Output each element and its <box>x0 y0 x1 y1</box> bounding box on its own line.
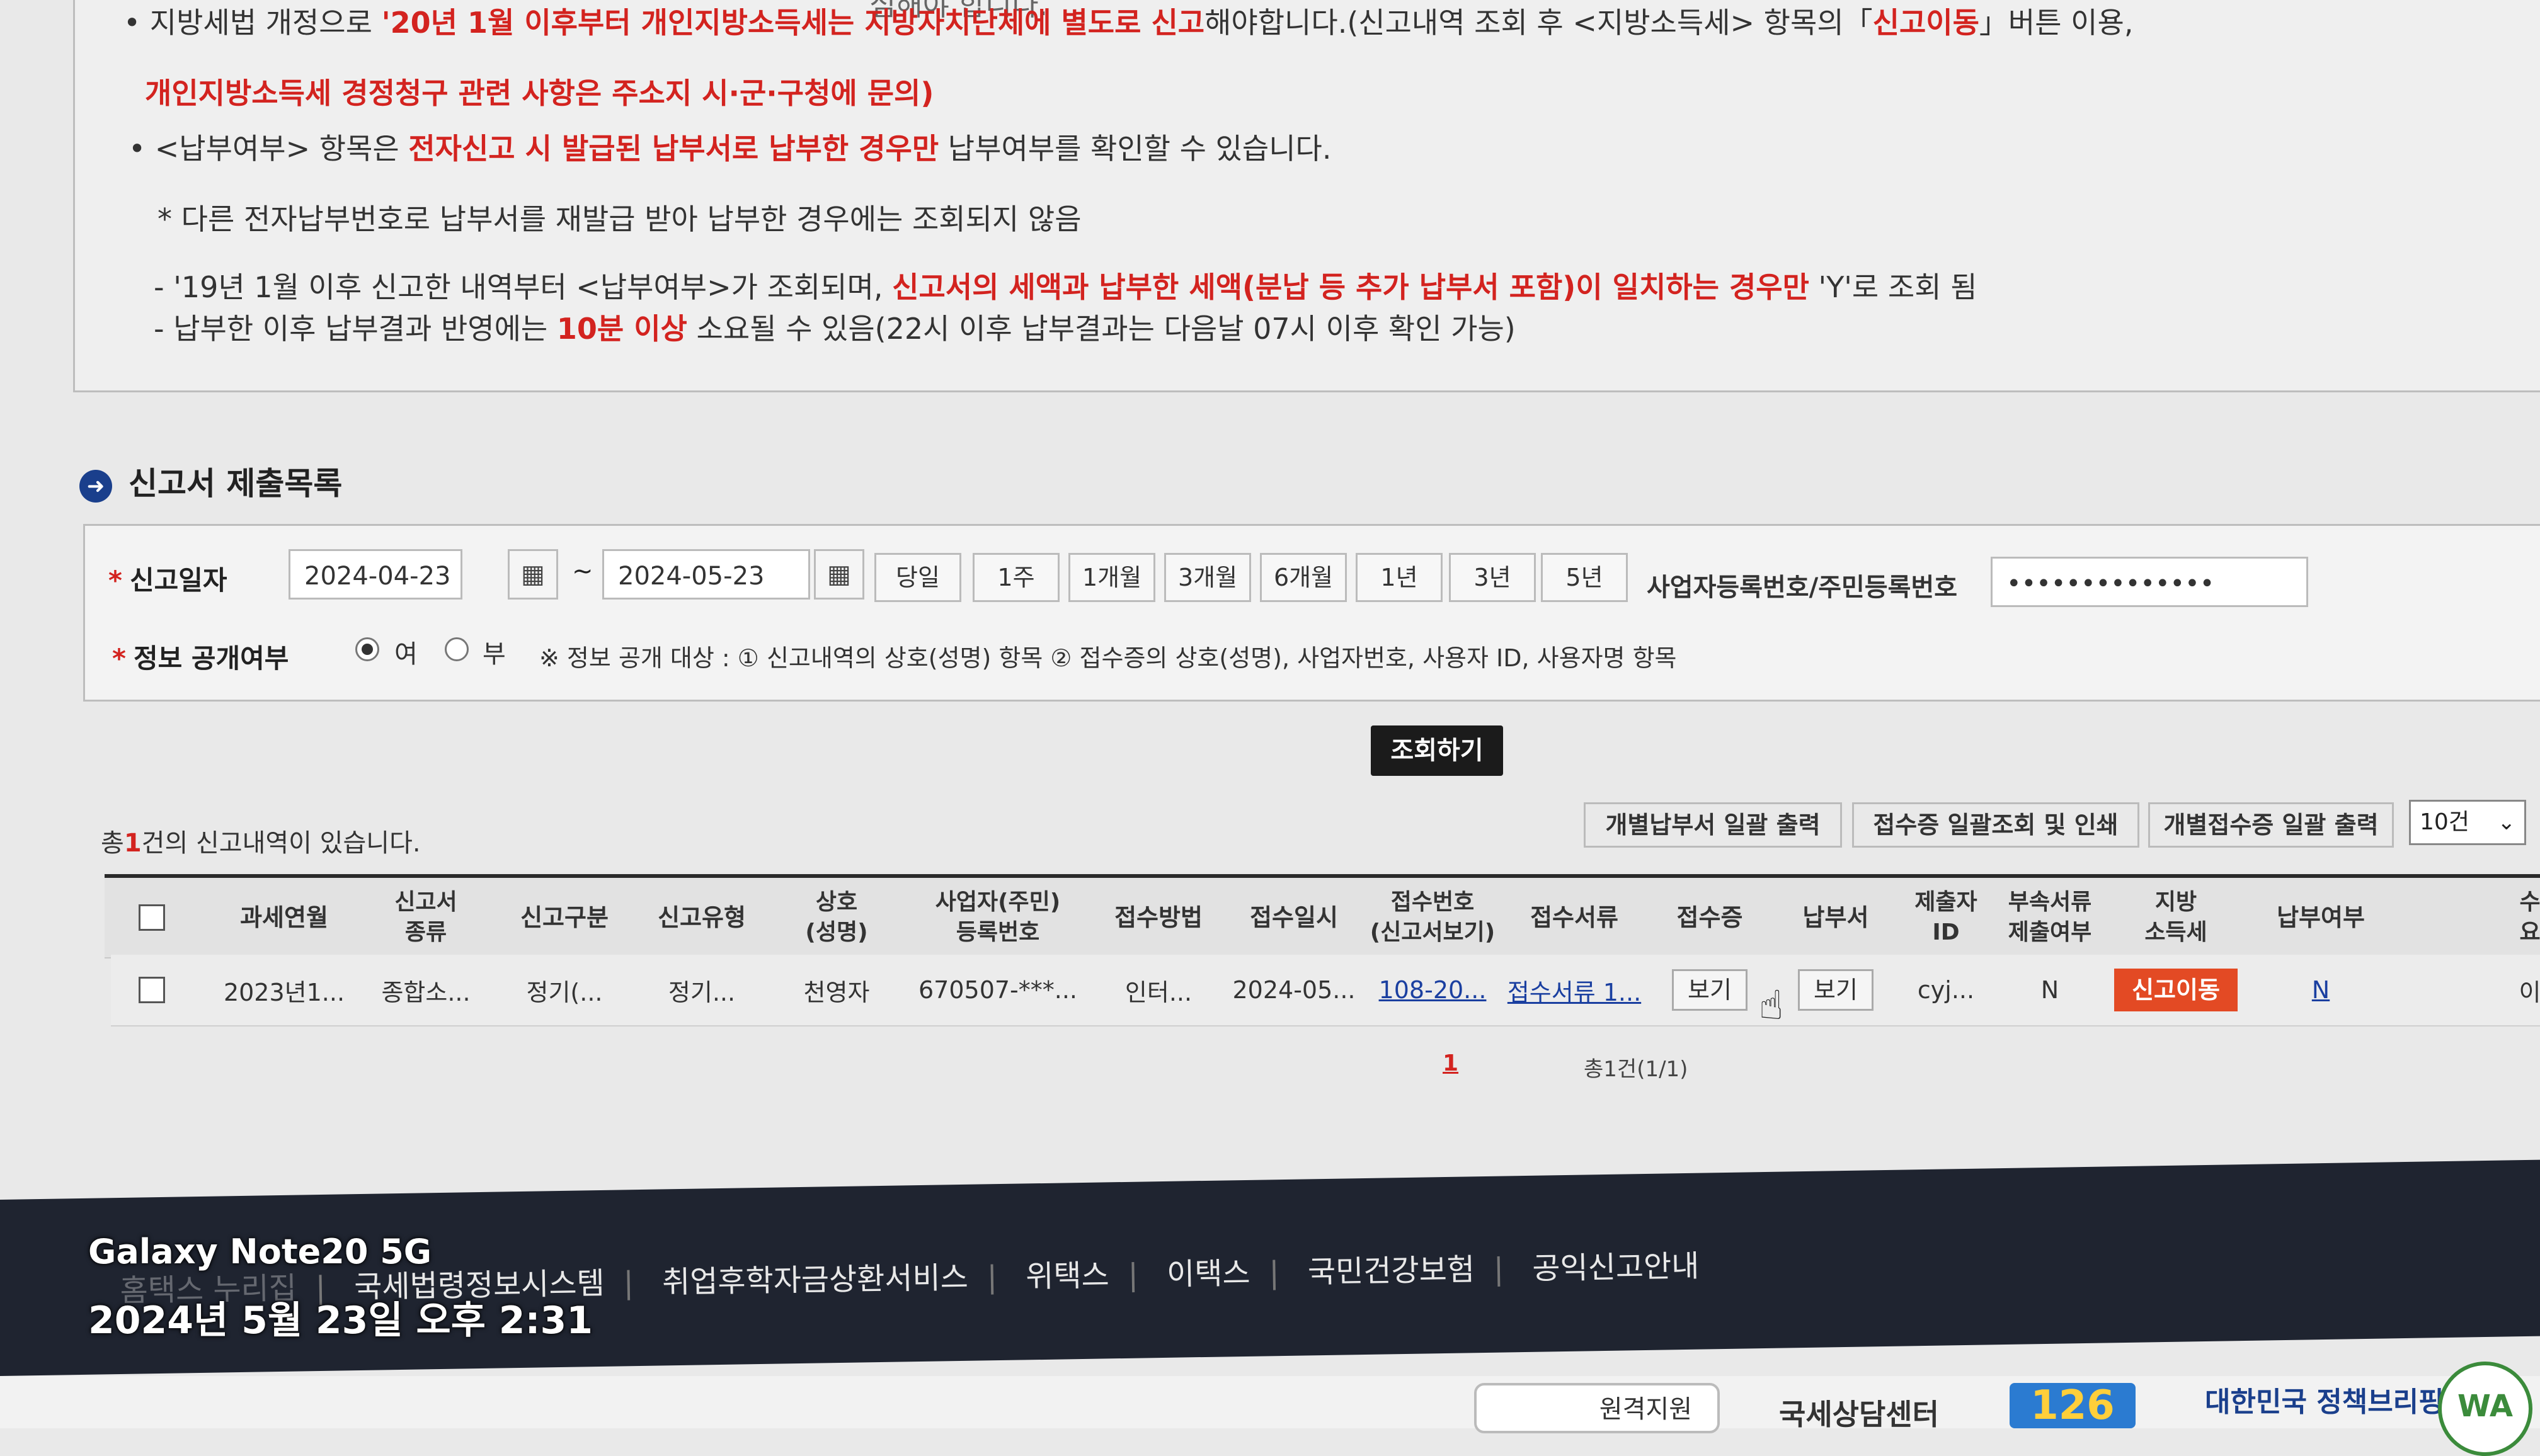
period-1week-button[interactable]: 1주 <box>973 553 1060 602</box>
receipt-view-cell: 보기 <box>1647 955 1773 1025</box>
policy-briefing-logo[interactable]: 대한민국 정책브리핑 <box>2205 1379 2444 1419</box>
col-header: 신고유형 <box>658 904 746 931</box>
page-size-select[interactable]: 10건 ⌄ <box>2409 800 2526 845</box>
bulk-receipt-print-button[interactable]: 접수증 일괄조회 및 인쇄 <box>1852 802 2139 848</box>
bottom-banner-strip <box>0 1376 2540 1428</box>
col-header: 지방 소득세 <box>2144 889 2207 945</box>
period-3month-button[interactable]: 3개월 <box>1164 553 1251 602</box>
cell-form-type: 종합소... <box>381 978 471 1006</box>
device-watermark: Galaxy Note20 5G <box>88 1232 432 1271</box>
period-3year-button[interactable]: 3년 <box>1449 553 1536 602</box>
cell-extra: 이 <box>2519 978 2540 1006</box>
business-id-input[interactable]: •••••••••••••• <box>1991 557 2308 607</box>
receipt-view-button[interactable]: 보기 <box>1672 969 1748 1011</box>
col-header: 접수서류 <box>1530 904 1618 931</box>
public-yes-radio[interactable] <box>355 637 379 661</box>
tax-center-label[interactable]: 국세상담센터 <box>1779 1392 1939 1433</box>
section-title: ➜ 신고서 제출목록 <box>79 458 342 504</box>
calendar-icon[interactable]: ▦ <box>508 549 558 600</box>
table-row: 2023년1... 종합소... 정기(... 정기... 천영자 670507… <box>111 955 2540 1027</box>
bulk-bill-print-button[interactable]: 개별납부서 일괄 출력 <box>1584 802 1842 848</box>
col-header: 접수일시 <box>1250 904 1338 931</box>
logo-126[interactable]: 126 <box>2010 1383 2136 1428</box>
footer-link[interactable]: 위택스 <box>1026 1258 1109 1294</box>
col-header: 접수방법 <box>1114 904 1203 931</box>
page-total: 총1건(1/1) <box>1584 1057 1688 1082</box>
cell-attached: N <box>2040 976 2059 1004</box>
bulk-individual-receipt-button[interactable]: 개별접수증 일괄 출력 <box>2148 802 2394 848</box>
local-tax-cell: 신고이동 <box>2107 955 2245 1025</box>
cell-submitter: cyj... <box>1917 976 1975 1004</box>
col-header: 신고구분 <box>520 904 609 931</box>
footer-link[interactable]: 이택스 <box>1167 1256 1250 1292</box>
start-date-input[interactable]: 2024-04-23 <box>289 549 462 600</box>
public-no-radio[interactable] <box>445 637 469 661</box>
cell-category: 정기(... <box>526 978 603 1006</box>
col-header: 신고서 종류 <box>394 889 457 945</box>
select-all-checkbox[interactable] <box>139 904 165 931</box>
end-date-input[interactable]: 2024-05-23 <box>602 549 810 600</box>
receipt-number-link[interactable]: 108-20... <box>1363 955 1502 1025</box>
result-count: 총1건의 신고내역이 있습니다. <box>101 829 421 858</box>
period-5year-button[interactable]: 5년 <box>1541 553 1628 602</box>
col-header: 과세연월 <box>240 904 328 931</box>
col-header: 납부여부 <box>2277 904 2365 931</box>
col-header: 상호 (성명) <box>805 889 868 945</box>
business-id-label: 사업자등록번호/주민등록번호 <box>1647 573 1958 602</box>
col-header: 제출자 ID <box>1914 889 1977 945</box>
search-button[interactable]: 조회하기 <box>1371 725 1503 776</box>
cell-period: 2023년1... <box>223 978 345 1006</box>
bill-view-cell: 보기 <box>1773 955 1899 1025</box>
paid-status-link[interactable]: N <box>2245 955 2396 1025</box>
notice-line-4: * 다른 전자납부번호로 납부서를 재발급 받아 납부한 경우에는 조회되지 않… <box>157 202 1082 236</box>
footer-link[interactable]: 취업후학자금상환서비스 <box>662 1260 969 1300</box>
period-today-button[interactable]: 당일 <box>874 553 961 602</box>
cell-method: 인터... <box>1124 978 1193 1006</box>
cell-name: 천영자 <box>803 978 870 1006</box>
notice-line-3: • <납부여부> 항목은 전자신고 시 발급된 납부서로 납부한 경우만 납부여… <box>129 132 1332 166</box>
notice-line-5: - '19년 1월 이후 신고한 내역부터 <납부여부>가 조회되며, 신고서의… <box>154 270 1977 304</box>
cell-reg-no: 670507-***... <box>918 976 1077 1004</box>
period-6month-button[interactable]: 6개월 <box>1260 553 1347 602</box>
notice-line-6: - 납부한 이후 납부결과 반영에는 10분 이상 소요될 수 있음(22시 이… <box>154 312 1516 346</box>
local-tax-move-button[interactable]: 신고이동 <box>2114 969 2238 1011</box>
bill-view-button[interactable]: 보기 <box>1798 969 1874 1011</box>
table-header: 과세연월 신고서 종류 신고구분 신고유형 상호 (성명) 사업자(주민) 등록… <box>105 874 2540 958</box>
notice-line-2: 개인지방소득세 경정청구 관련 사항은 주소지 시·군·구청에 문의) <box>145 76 934 110</box>
notice-line-1: • 지방세법 개정으로 '20년 1월 이후부터 개인지방소득세는 지방자치단체… <box>123 6 2134 40</box>
footer-link[interactable]: 국민건강보험 <box>1308 1252 1475 1290</box>
arrow-circle-icon: ➜ <box>79 469 112 503</box>
cell-type: 정기... <box>668 978 736 1006</box>
page-link-1[interactable]: 1 <box>1443 1050 1458 1076</box>
cell-date: 2024-05... <box>1232 976 1356 1004</box>
timestamp-watermark: 2024년 5월 23일 오후 2:31 <box>88 1299 593 1343</box>
period-1month-button[interactable]: 1개월 <box>1068 553 1155 602</box>
hand-cursor-icon: ☝ <box>1759 982 1783 1029</box>
col-header: 사업자(주민) 등록번호 <box>935 889 1061 945</box>
col-header: 수 요 <box>2519 889 2540 945</box>
public-no-label: 부 <box>483 640 506 669</box>
calendar-icon[interactable]: ▦ <box>814 549 864 600</box>
col-header: 접수번호 (신고서보기) <box>1370 889 1496 945</box>
chevron-down-icon: ⌄ <box>2497 810 2516 835</box>
row-checkbox[interactable] <box>139 977 165 1003</box>
col-header: 부속서류 제출여부 <box>2008 889 2092 945</box>
col-header: 접수증 <box>1676 904 1743 931</box>
documents-link[interactable]: 접수서류 1... <box>1502 955 1647 1025</box>
period-1year-button[interactable]: 1년 <box>1356 553 1443 602</box>
date-label: * 신고일자 <box>108 565 227 596</box>
wa-badge: WA <box>2438 1362 2532 1456</box>
public-info-note: ※ 정보 공개 대상 : ① 신고내역의 상호(성명) 항목 ② 접수증의 상호… <box>539 644 1677 672</box>
public-info-label: * 정보 공개여부 <box>112 643 289 674</box>
row-checkbox-cell <box>130 955 174 1025</box>
remote-support-button[interactable]: 원격지원 <box>1474 1383 1720 1433</box>
public-yes-label: 여 <box>394 640 418 669</box>
select-all-cell <box>130 878 174 957</box>
col-header: 납부서 <box>1802 904 1869 931</box>
footer-link[interactable]: 공익신고안내 <box>1532 1249 1700 1287</box>
date-tilde: ~ <box>572 557 593 586</box>
